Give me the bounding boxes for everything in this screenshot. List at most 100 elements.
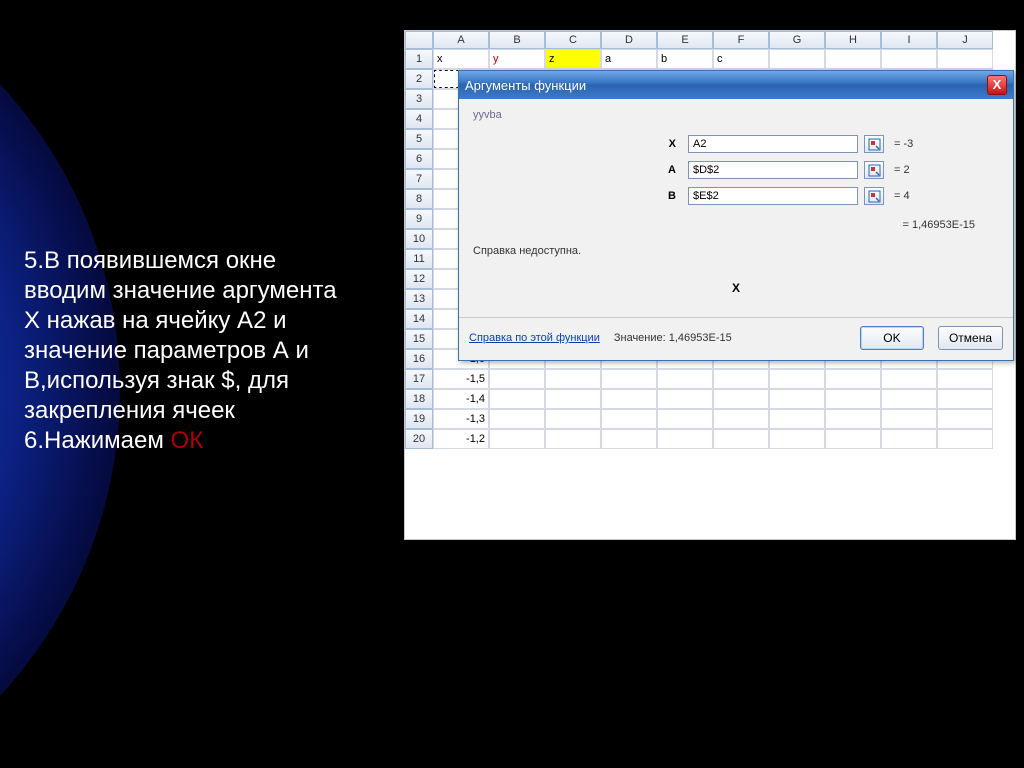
row-header[interactable]: 5: [405, 129, 433, 149]
cell[interactable]: [881, 409, 937, 429]
col-header[interactable]: B: [489, 31, 545, 49]
col-header[interactable]: F: [713, 31, 769, 49]
cell[interactable]: [601, 429, 657, 449]
function-name: yyvba: [471, 105, 1001, 131]
cell[interactable]: [937, 429, 993, 449]
cell[interactable]: -1,3: [433, 409, 489, 429]
collapse-icon[interactable]: [864, 187, 884, 205]
cell[interactable]: [937, 49, 993, 69]
cell[interactable]: [657, 409, 713, 429]
cell[interactable]: [937, 389, 993, 409]
cell[interactable]: [769, 389, 825, 409]
cell[interactable]: b: [657, 49, 713, 69]
col-header[interactable]: J: [937, 31, 993, 49]
row-header[interactable]: 18: [405, 389, 433, 409]
row-header[interactable]: 19: [405, 409, 433, 429]
row-header[interactable]: 10: [405, 229, 433, 249]
cell[interactable]: [769, 429, 825, 449]
cell[interactable]: [881, 389, 937, 409]
step-6-prefix: 6.Нажимаем: [24, 427, 171, 454]
cell[interactable]: [881, 429, 937, 449]
col-header[interactable]: C: [545, 31, 601, 49]
cell[interactable]: [545, 409, 601, 429]
cell[interactable]: [769, 409, 825, 429]
arg-label: X: [502, 138, 682, 150]
cell[interactable]: [489, 389, 545, 409]
cell[interactable]: c: [713, 49, 769, 69]
help-unavailable: Справка недоступна.: [471, 235, 1001, 275]
col-header[interactable]: E: [657, 31, 713, 49]
row-header[interactable]: 20: [405, 429, 433, 449]
row-header[interactable]: 7: [405, 169, 433, 189]
cancel-button[interactable]: Отмена: [938, 326, 1003, 350]
col-header[interactable]: A: [433, 31, 489, 49]
cell[interactable]: -1,5: [433, 369, 489, 389]
footer-result: Значение: 1,46953E-15: [614, 332, 732, 344]
row-header[interactable]: 16: [405, 349, 433, 369]
cell[interactable]: [489, 369, 545, 389]
cell[interactable]: y: [489, 49, 545, 69]
row-header[interactable]: 6: [405, 149, 433, 169]
cell[interactable]: [713, 429, 769, 449]
instruction-caption: 5.В появившемся окне вводим значение арг…: [24, 246, 354, 456]
row-header[interactable]: 11: [405, 249, 433, 269]
cell[interactable]: [937, 369, 993, 389]
dialog-titlebar[interactable]: Аргументы функции X: [459, 71, 1013, 99]
help-link[interactable]: Справка по этой функции: [469, 332, 600, 344]
cell[interactable]: [937, 409, 993, 429]
cell[interactable]: [657, 389, 713, 409]
selectall-corner[interactable]: [405, 31, 433, 49]
collapse-icon[interactable]: [864, 135, 884, 153]
row-header[interactable]: 12: [405, 269, 433, 289]
cell[interactable]: -1,4: [433, 389, 489, 409]
cell[interactable]: [713, 369, 769, 389]
cell[interactable]: [545, 389, 601, 409]
cell[interactable]: [825, 49, 881, 69]
cell[interactable]: [825, 389, 881, 409]
row-header[interactable]: 8: [405, 189, 433, 209]
cell[interactable]: [657, 369, 713, 389]
cell[interactable]: [881, 369, 937, 389]
dialog-footer: Справка по этой функции Значение: 1,4695…: [459, 317, 1013, 360]
col-header[interactable]: D: [601, 31, 657, 49]
cell[interactable]: [713, 389, 769, 409]
cell[interactable]: [489, 429, 545, 449]
cell[interactable]: [713, 409, 769, 429]
row-header[interactable]: 14: [405, 309, 433, 329]
cell[interactable]: z: [545, 49, 601, 69]
arg-input-b[interactable]: [688, 187, 858, 205]
row-header[interactable]: 17: [405, 369, 433, 389]
row-header[interactable]: 2: [405, 69, 433, 89]
cell[interactable]: [601, 389, 657, 409]
arg-input-x[interactable]: [688, 135, 858, 153]
cell[interactable]: [657, 429, 713, 449]
cell[interactable]: a: [601, 49, 657, 69]
row-header[interactable]: 3: [405, 89, 433, 109]
ok-button[interactable]: OK: [860, 326, 924, 350]
cell[interactable]: [769, 49, 825, 69]
cell[interactable]: [601, 369, 657, 389]
arg-input-a[interactable]: [688, 161, 858, 179]
cell[interactable]: [769, 369, 825, 389]
table-row: 1xyzabc: [405, 49, 1015, 69]
row-header[interactable]: 9: [405, 209, 433, 229]
row-header[interactable]: 13: [405, 289, 433, 309]
row-header[interactable]: 4: [405, 109, 433, 129]
cell[interactable]: [825, 409, 881, 429]
col-header[interactable]: H: [825, 31, 881, 49]
col-header[interactable]: G: [769, 31, 825, 49]
cell[interactable]: x: [433, 49, 489, 69]
cell[interactable]: [489, 409, 545, 429]
row-header[interactable]: 1: [405, 49, 433, 69]
row-header[interactable]: 15: [405, 329, 433, 349]
cell[interactable]: [881, 49, 937, 69]
col-header[interactable]: I: [881, 31, 937, 49]
close-icon[interactable]: X: [987, 75, 1007, 95]
cell[interactable]: [545, 369, 601, 389]
cell[interactable]: [601, 409, 657, 429]
collapse-icon[interactable]: [864, 161, 884, 179]
cell[interactable]: [825, 369, 881, 389]
cell[interactable]: [545, 429, 601, 449]
cell[interactable]: [825, 429, 881, 449]
cell[interactable]: -1,2: [433, 429, 489, 449]
